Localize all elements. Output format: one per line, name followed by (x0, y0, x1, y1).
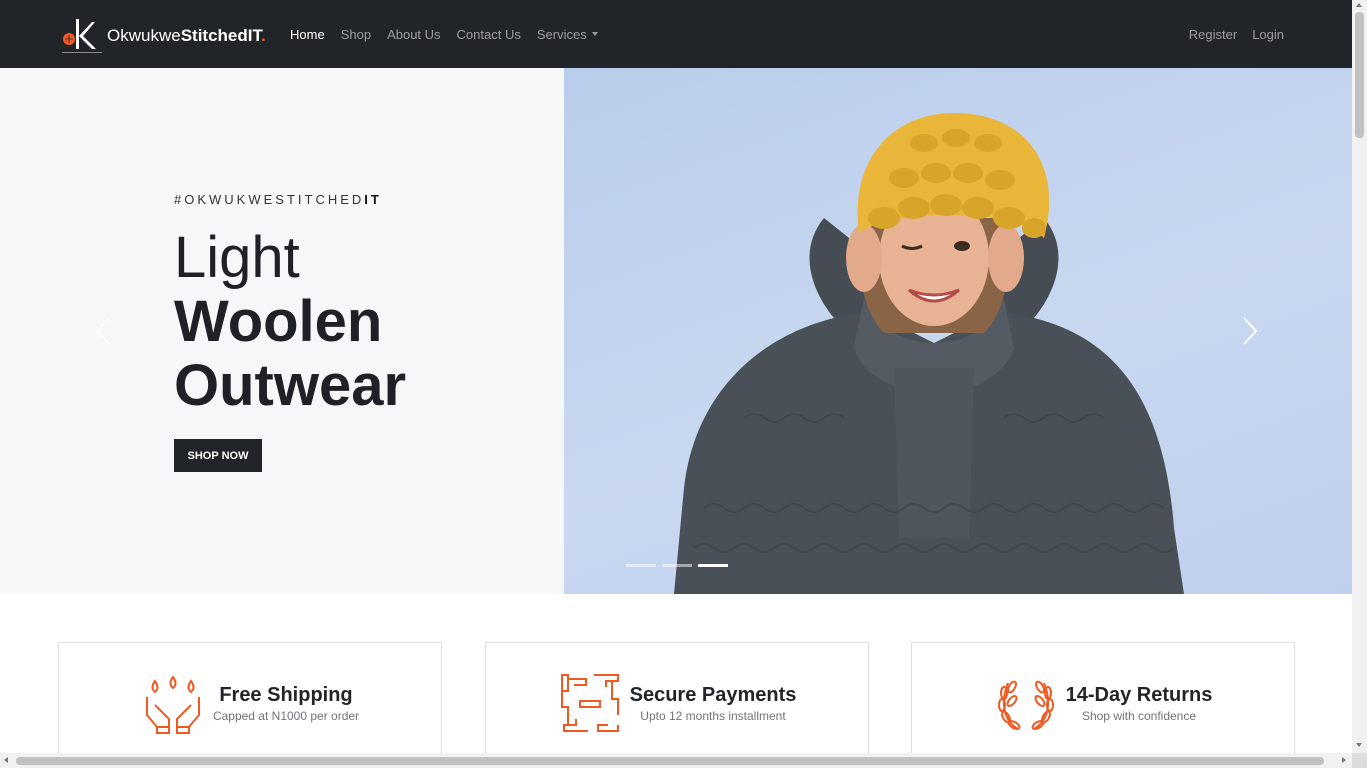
chevron-left-icon (95, 317, 110, 345)
brand-name-bold: StitchedIT (180, 26, 261, 45)
nav-home[interactable]: Home (290, 27, 325, 42)
carousel-indicators (626, 564, 734, 567)
scroll-right-icon[interactable] (1342, 757, 1346, 763)
nav-shop[interactable]: Shop (341, 27, 371, 42)
hero-carousel: #OKWUKWESTITCHEDIT Light Woolen Outwear … (0, 68, 1352, 594)
vertical-scrollbar[interactable] (1352, 0, 1367, 753)
login-link[interactable]: Login (1252, 27, 1284, 42)
nav-services-label: Services (536, 26, 587, 42)
hero-text-panel: #OKWUKWESTITCHEDIT Light Woolen Outwear … (0, 68, 564, 594)
hero-headline-line-3: Outwear (174, 353, 407, 418)
hero-tagline: #OKWUKWESTITCHEDIT (174, 192, 382, 207)
scroll-left-icon[interactable] (4, 757, 8, 763)
hero-image (564, 68, 1352, 594)
carousel-prev-button[interactable] (94, 316, 112, 351)
feature-card-secure-payments: Secure Payments Upto 12 months installme… (485, 642, 869, 753)
feature-subtitle: Upto 12 months installment (640, 708, 786, 723)
horizontal-scrollbar[interactable] (0, 753, 1352, 768)
shop-now-button[interactable]: SHOP NOW (174, 439, 262, 472)
feature-card-free-shipping: Free Shipping Capped at N1000 per order (58, 642, 442, 753)
page: OkwukweStitchedIT. Home Shop About Us Co… (0, 0, 1352, 753)
brand-logo-icon (60, 16, 102, 56)
scroll-down-icon[interactable] (1356, 743, 1362, 747)
chevron-right-icon (1243, 317, 1258, 345)
nav-about-us[interactable]: About Us (387, 27, 440, 42)
nav-contact-us[interactable]: Contact Us (457, 27, 521, 42)
carousel-indicator-2[interactable] (662, 564, 692, 567)
nav-services-dropdown[interactable]: Services (537, 27, 598, 42)
hero-tagline-bold: IT (364, 192, 382, 207)
brand-dot: . (260, 26, 266, 45)
hands-water-drops-icon (141, 671, 205, 735)
scroll-up-icon[interactable] (1356, 3, 1362, 7)
features-section: Free Shipping Capped at N1000 per order (0, 594, 1352, 753)
feature-subtitle: Shop with confidence (1081, 708, 1197, 723)
hero-tagline-main: #OKWUKWESTITCHED (174, 192, 365, 207)
vertical-scrollbar-thumb[interactable] (1355, 12, 1364, 138)
brand-name: OkwukweStitchedIT. (107, 26, 266, 46)
linked-hands-icon (558, 671, 622, 735)
hero-headline-line-1: Light (174, 225, 300, 290)
hero-headline: Light Woolen Outwear (174, 226, 406, 418)
feature-title: 14-Day Returns (1065, 683, 1213, 706)
nav-links: Home Shop About Us Contact Us Services (290, 0, 614, 68)
woman-in-knit-hat-illustration (674, 113, 1184, 594)
navbar: OkwukweStitchedIT. Home Shop About Us Co… (0, 0, 1352, 68)
caret-down-icon (591, 32, 598, 36)
brand[interactable]: OkwukweStitchedIT. (60, 16, 266, 56)
feature-title: Secure Payments (629, 683, 797, 706)
register-link[interactable]: Register (1189, 27, 1237, 42)
feature-title: Free Shipping (219, 683, 353, 706)
brand-name-light: Okwukwe (107, 26, 181, 45)
horizontal-scrollbar-thumb[interactable] (16, 757, 1324, 765)
carousel-next-button[interactable] (1241, 316, 1259, 351)
laurel-wreath-icon (994, 671, 1058, 735)
feature-subtitle: Capped at N1000 per order (212, 708, 360, 723)
nav-auth: Register Login (1174, 0, 1284, 68)
carousel-indicator-3[interactable] (698, 564, 728, 567)
carousel-indicator-1[interactable] (626, 564, 656, 567)
feature-card-returns: 14-Day Returns Shop with confidence (911, 642, 1295, 753)
hero-headline-line-2: Woolen (174, 289, 383, 354)
scrollbar-corner (1352, 753, 1367, 768)
